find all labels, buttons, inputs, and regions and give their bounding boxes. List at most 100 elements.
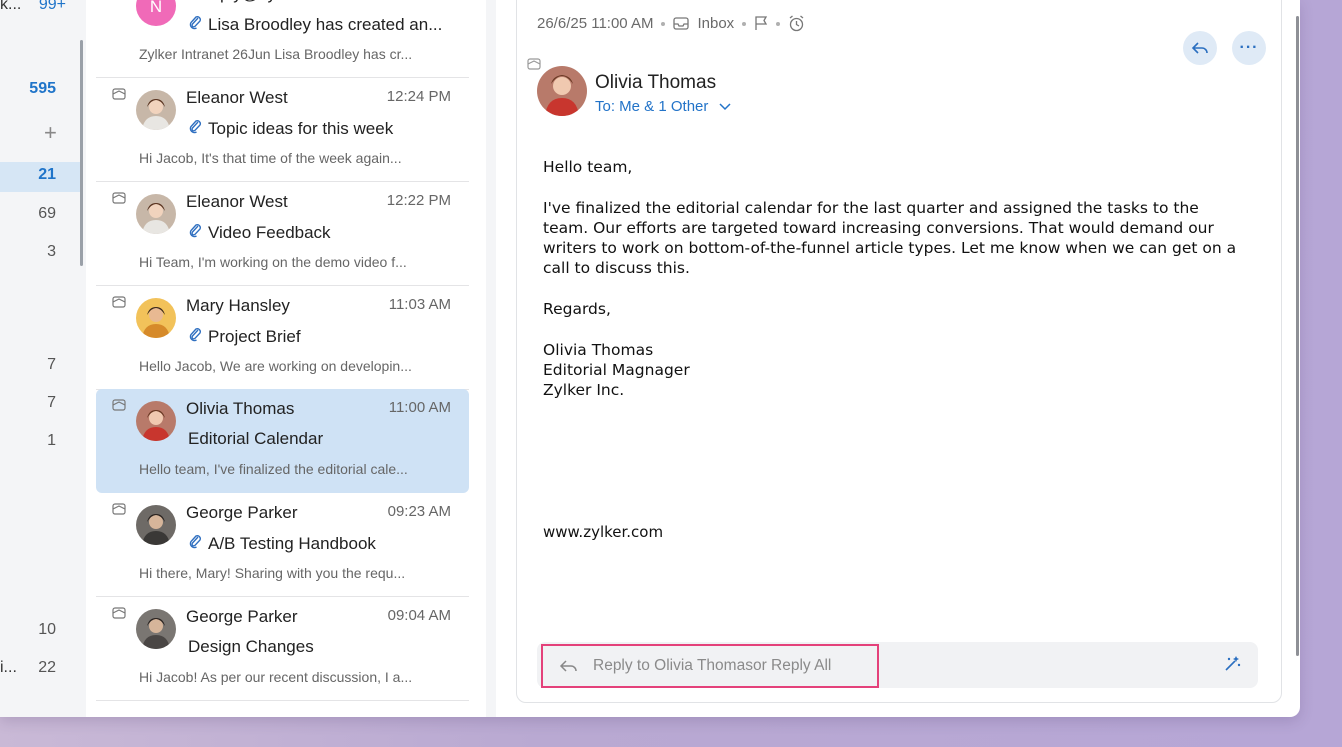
- body-paragraph: Olivia Thomas: [543, 340, 654, 359]
- more-icon: ···: [1239, 39, 1259, 56]
- message-sender: Eleanor West: [186, 192, 288, 211]
- message-body: Hello team, I've finalized the editorial…: [543, 157, 1243, 401]
- ai-sparkle-icon[interactable]: [1224, 654, 1242, 677]
- subject-text: Project Brief: [208, 327, 301, 346]
- folder-item[interactable]: 7: [0, 394, 56, 416]
- reading-pane-scrollbar[interactable]: [1296, 16, 1299, 656]
- folder-count: 99+: [38, 0, 66, 13]
- folder-count: 22: [38, 659, 56, 676]
- folder-item[interactable]: 69: [0, 205, 56, 227]
- message-row[interactable]: Olivia Thomas 11:00 AM Editorial Calenda…: [96, 389, 469, 493]
- reply-all-link[interactable]: or Reply All: [753, 657, 831, 674]
- subject-text: Topic ideas for this week: [208, 119, 394, 138]
- mail-window: k... 99+ + 595 21 69 3 7 7 1 10 i... 22 N noreply…: [0, 0, 1300, 717]
- message-subject: Topic ideas for this week: [188, 118, 393, 139]
- body-paragraph: [543, 279, 1243, 299]
- body-paragraph: [543, 319, 1243, 339]
- folder-item[interactable]: 3: [0, 243, 56, 265]
- message-sender: Eleanor West: [186, 88, 288, 107]
- attachment-icon: [188, 16, 202, 34]
- attachment-icon: [188, 535, 202, 553]
- body-paragraph: Zylker Inc.: [543, 381, 625, 400]
- message-preview: Hi Jacob! As per our recent discussion, …: [139, 669, 413, 685]
- add-folder-icon[interactable]: +: [44, 120, 57, 146]
- folder-item[interactable]: i... 22: [0, 659, 56, 681]
- message-preview: Hello team, I've finalized the editorial…: [139, 461, 408, 477]
- meta-separator: [776, 21, 781, 26]
- message-list: N noreply@zylker.com 12:40 PM Lisa Brood…: [86, 0, 486, 717]
- message-subject: Design Changes: [188, 637, 314, 657]
- sender-avatar: [136, 505, 176, 545]
- pane-divider[interactable]: [486, 0, 496, 717]
- body-paragraph: I've finalized the editorial calendar fo…: [543, 198, 1237, 278]
- body-paragraph: Regards,: [543, 300, 611, 319]
- read-status-icon[interactable]: [112, 296, 126, 308]
- reminder-clock-icon[interactable]: [788, 15, 805, 32]
- folder-label: k...: [0, 0, 22, 13]
- folder-count: 21: [38, 166, 56, 183]
- reply-icon: [1191, 42, 1208, 54]
- folder-count: 1: [47, 432, 56, 449]
- subject-text: Design Changes: [188, 637, 314, 656]
- message-time: 09:04 AM: [387, 607, 451, 624]
- reply-button[interactable]: [1183, 31, 1217, 65]
- folder-scrollbar[interactable]: [80, 40, 83, 266]
- folder-item[interactable]: 10: [0, 621, 56, 643]
- folder-item-top[interactable]: k... 99+: [0, 0, 66, 18]
- recipients-toggle[interactable]: To: Me & 1 Other: [595, 98, 731, 115]
- reading-pane: 26/6/25 11:00 AM Inbox ··· Olivia Thomas…: [516, 0, 1282, 703]
- folder-sidebar: k... 99+ + 595 21 69 3 7 7 1 10 i... 22: [0, 0, 86, 717]
- message-row[interactable]: George Parker 09:23 AM A/B Testing Handb…: [96, 493, 469, 597]
- read-status-icon[interactable]: [112, 399, 126, 411]
- message-meta: 26/6/25 11:00 AM Inbox: [537, 15, 805, 32]
- subject-text: A/B Testing Handbook: [208, 534, 376, 553]
- folder-item[interactable]: 7: [0, 356, 56, 378]
- message-subject: Editorial Calendar: [188, 429, 323, 449]
- reply-to-link[interactable]: Reply to Olivia Thomas: [593, 657, 753, 674]
- folder-count: 7: [47, 356, 56, 373]
- quick-reply-bar: Reply to Olivia Thomasor Reply All: [537, 642, 1258, 688]
- message-preview: Hi there, Mary! Sharing with you the req…: [139, 565, 406, 581]
- read-status-icon[interactable]: [112, 192, 126, 204]
- sender-avatar: [136, 609, 176, 649]
- attachment-icon: [188, 120, 202, 138]
- sender-name: Olivia Thomas: [595, 72, 717, 93]
- message-preview: Hi Team, I'm working on the demo video f…: [139, 254, 407, 270]
- reply-arrow-icon: [559, 660, 577, 672]
- subject-text: Lisa Broodley has created an...: [208, 15, 443, 34]
- read-status-icon[interactable]: [112, 88, 126, 100]
- read-status-icon[interactable]: [112, 607, 126, 619]
- message-subject: A/B Testing Handbook: [188, 533, 376, 554]
- message-time: 11:00 AM: [388, 399, 451, 416]
- meta-separator: [742, 21, 747, 26]
- sender-avatar: [136, 90, 176, 130]
- folder-count: 69: [38, 205, 56, 222]
- message-row[interactable]: Eleanor West 12:22 PM Video Feedback Hi …: [96, 182, 469, 286]
- message-time: 12:24 PM: [386, 88, 451, 105]
- message-preview: Zylker Intranet 26Jun Lisa Broodley has …: [139, 46, 413, 62]
- message-row[interactable]: N noreply@zylker.com 12:40 PM Lisa Brood…: [96, 0, 469, 78]
- sender-avatar: N: [136, 0, 176, 26]
- signature-website[interactable]: www.zylker.com: [543, 523, 663, 541]
- meta-separator: [661, 21, 666, 26]
- folder-count: 3: [47, 243, 56, 260]
- message-time: 12:40 PM: [387, 0, 451, 1]
- quick-reply-input[interactable]: Reply to Olivia Thomasor Reply All: [541, 644, 879, 688]
- read-status-icon[interactable]: [112, 503, 126, 515]
- more-options-button[interactable]: ···: [1232, 31, 1266, 65]
- folder-count: 7: [47, 394, 56, 411]
- read-status-icon[interactable]: [527, 58, 541, 70]
- folder-label: i...: [0, 659, 17, 676]
- folder-item[interactable]: 1: [0, 432, 56, 454]
- sender-avatar: [136, 194, 176, 234]
- flag-icon[interactable]: [754, 16, 768, 31]
- sender-avatar[interactable]: [537, 66, 587, 116]
- message-folder[interactable]: Inbox: [697, 15, 734, 32]
- folder-item[interactable]: 595: [0, 80, 56, 102]
- message-row[interactable]: George Parker 09:04 AM Design Changes Hi…: [96, 597, 469, 701]
- message-row[interactable]: Mary Hansley 11:03 AM Project Brief Hell…: [96, 286, 469, 390]
- message-sender: George Parker: [186, 607, 298, 626]
- message-row[interactable]: Eleanor West 12:24 PM Topic ideas for th…: [96, 78, 469, 182]
- folder-item[interactable]: 21: [0, 162, 80, 192]
- folder-count: 595: [29, 80, 56, 97]
